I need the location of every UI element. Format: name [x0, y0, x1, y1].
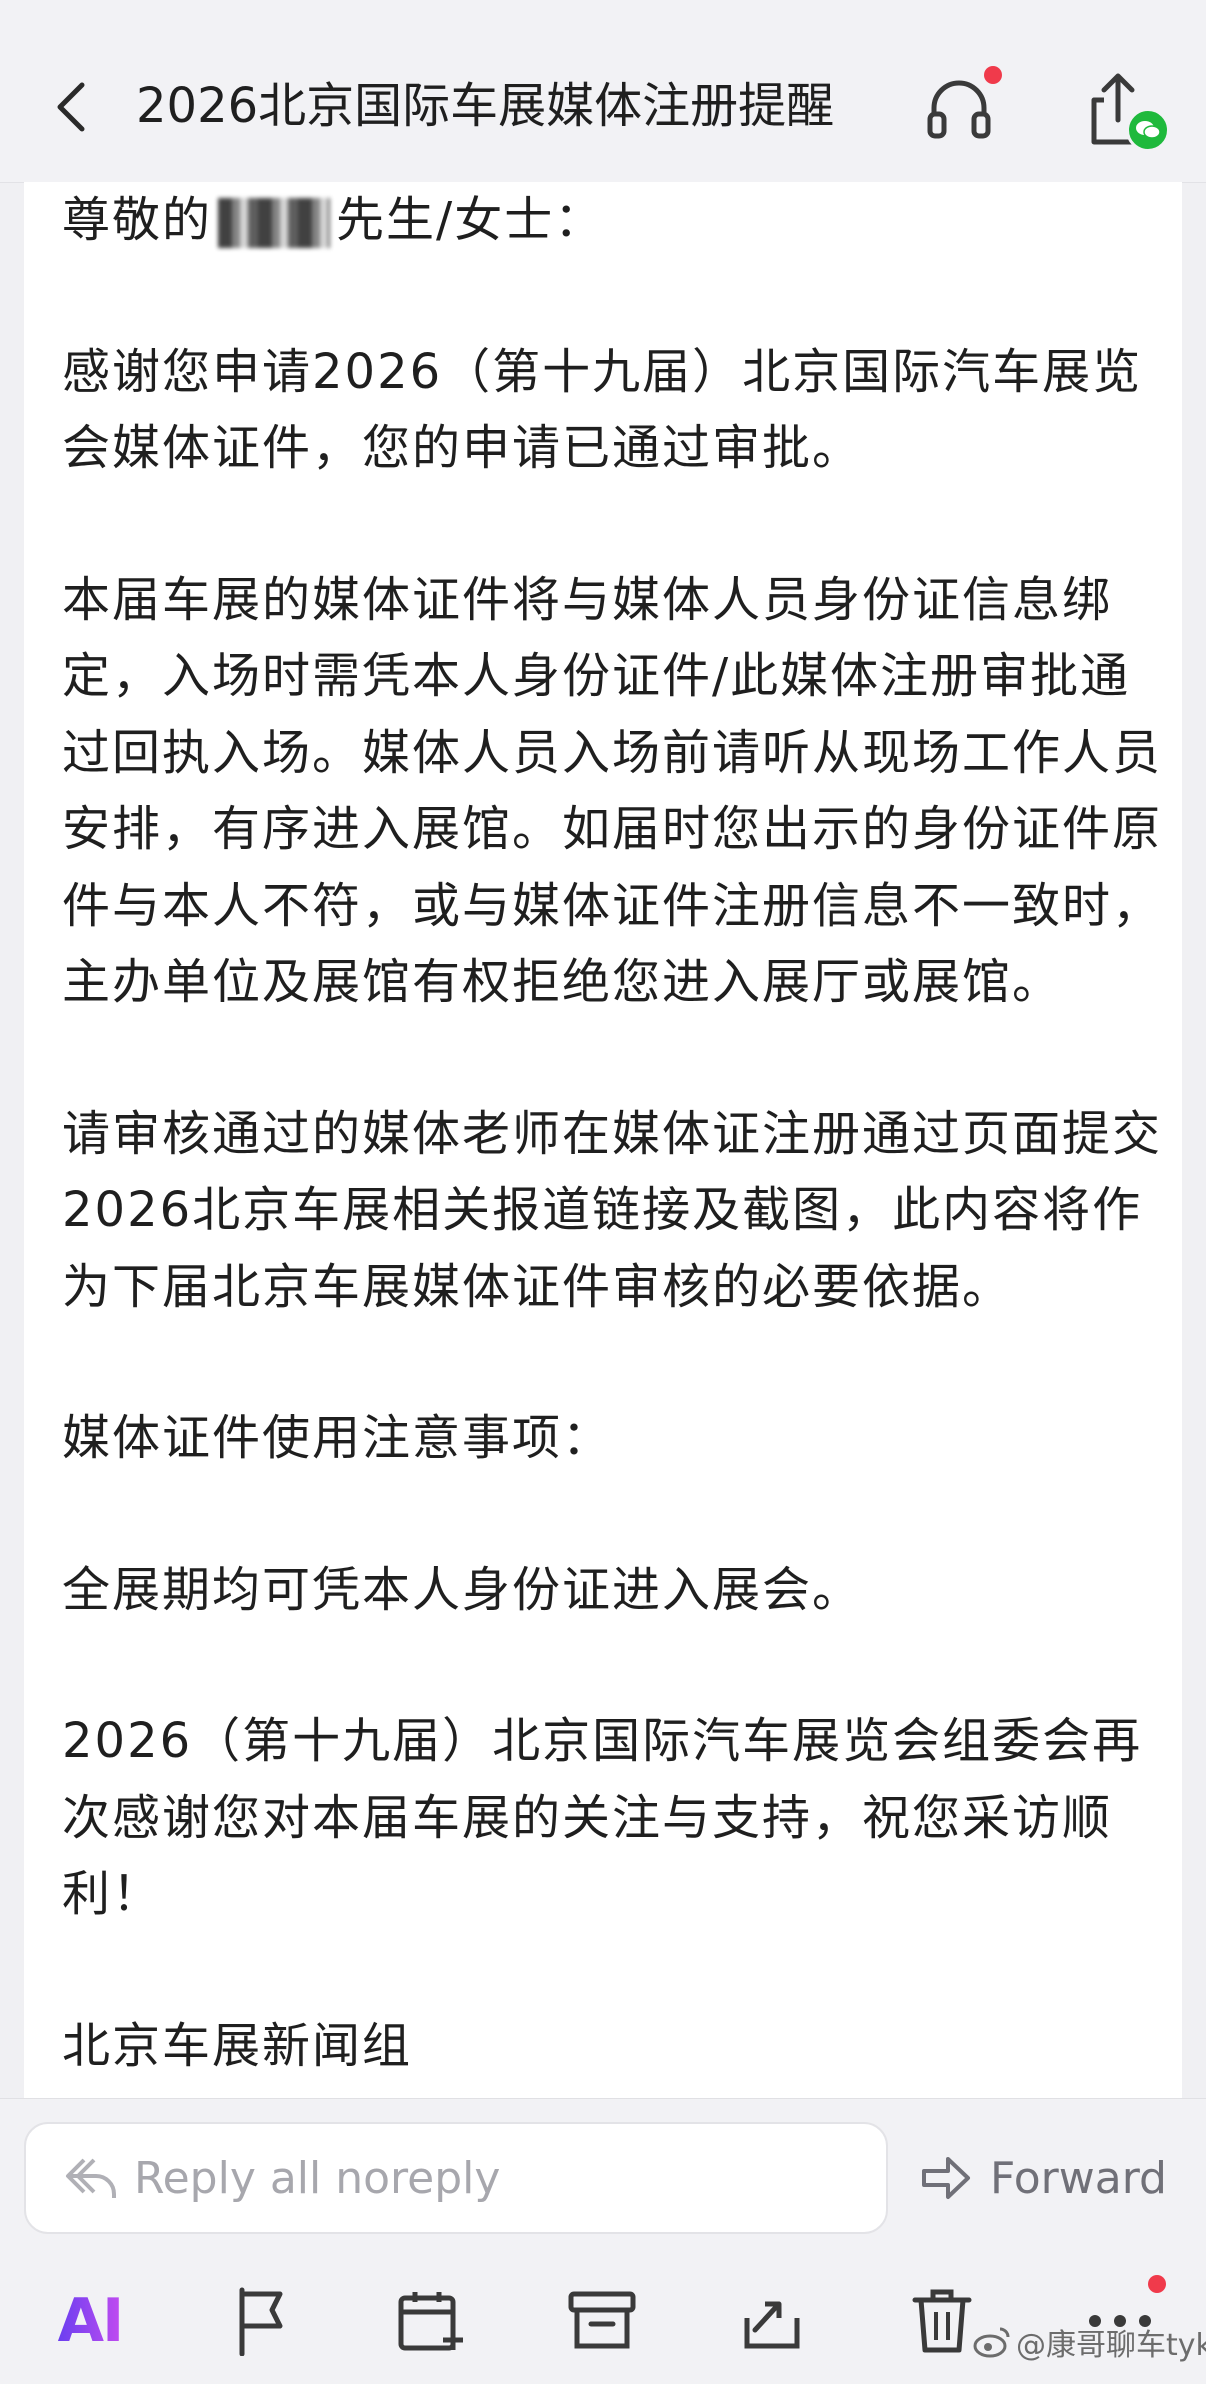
flag-icon	[239, 2287, 283, 2356]
paragraph-approval: 感谢您申请2026（第十九届）北京国际汽车展览会媒体证件，您的申请已通过审批。	[62, 343, 1143, 477]
move-icon	[744, 2301, 800, 2349]
forward-icon	[922, 2157, 970, 2199]
move-button[interactable]	[732, 2281, 812, 2361]
add-to-calendar-button[interactable]	[392, 2281, 472, 2361]
paragraph-report-links: 请审核通过的媒体老师在媒体证注册通过页面提交2026北京车展相关报道链接及截图，…	[62, 1105, 1163, 1315]
paragraph-thanks: 2026（第十九届）北京国际汽车展览会组委会再次感谢您对本届车展的关注与支持，祝…	[62, 1713, 1143, 1922]
delete-button[interactable]	[902, 2281, 982, 2361]
add-calendar-icon	[398, 2292, 463, 2351]
archive-icon	[568, 2291, 636, 2349]
notification-dot	[984, 66, 1002, 84]
trash-icon	[912, 2289, 972, 2353]
navigation-bar: 2026北京国际车展媒体注册提醒	[0, 0, 1206, 183]
salutation-suffix: 先生/女士：	[336, 192, 605, 248]
watermark: @康哥聊车tyk	[972, 2320, 1206, 2364]
headphones-icon	[927, 80, 991, 139]
wechat-badge	[1126, 108, 1170, 152]
paragraph-notice-heading: 媒体证件使用注意事项：	[62, 1410, 613, 1466]
watermark-text: @康哥聊车tyk	[1016, 2328, 1206, 2363]
back-button[interactable]	[46, 72, 98, 142]
forward-button[interactable]: Forward	[920, 2122, 1190, 2234]
weibo-icon	[973, 2327, 1010, 2358]
flag-button[interactable]	[222, 2281, 302, 2361]
reply-all-icon	[66, 2158, 116, 2198]
redacted-name	[218, 198, 331, 248]
salutation-prefix: 尊敬的	[62, 192, 213, 248]
paragraph-entry-rule: 全展期均可凭本人身份证进入展会。	[62, 1561, 863, 1618]
salutation: 尊敬的 先生/女士：	[62, 182, 1172, 259]
back-arrow-icon	[57, 82, 85, 132]
email-body: 尊敬的 先生/女士： 感谢您申请2026（第十九届）北京国际汽车展览会媒体证件，您…	[24, 182, 1182, 2098]
forward-label: Forward	[990, 2152, 1167, 2204]
reply-all-button[interactable]: Reply all noreply	[24, 2122, 888, 2234]
reply-all-label: Reply all noreply	[134, 2152, 501, 2204]
email-subject-title: 2026北京国际车展媒体注册提醒	[136, 78, 835, 134]
signature: 北京车展新闻组	[62, 2017, 413, 2074]
listen-button[interactable]	[924, 72, 994, 142]
paragraph-id-binding: 本届车展的媒体证件将与媒体人员身份证信息绑定，入场时需凭本人身份证件/此媒体注册…	[62, 571, 1163, 1011]
more-notification-dot	[1148, 2275, 1166, 2293]
archive-button[interactable]	[562, 2281, 642, 2361]
ai-label: AI	[57, 2286, 125, 2356]
wechat-icon	[1136, 121, 1161, 139]
ai-button[interactable]: AI	[50, 2281, 130, 2361]
